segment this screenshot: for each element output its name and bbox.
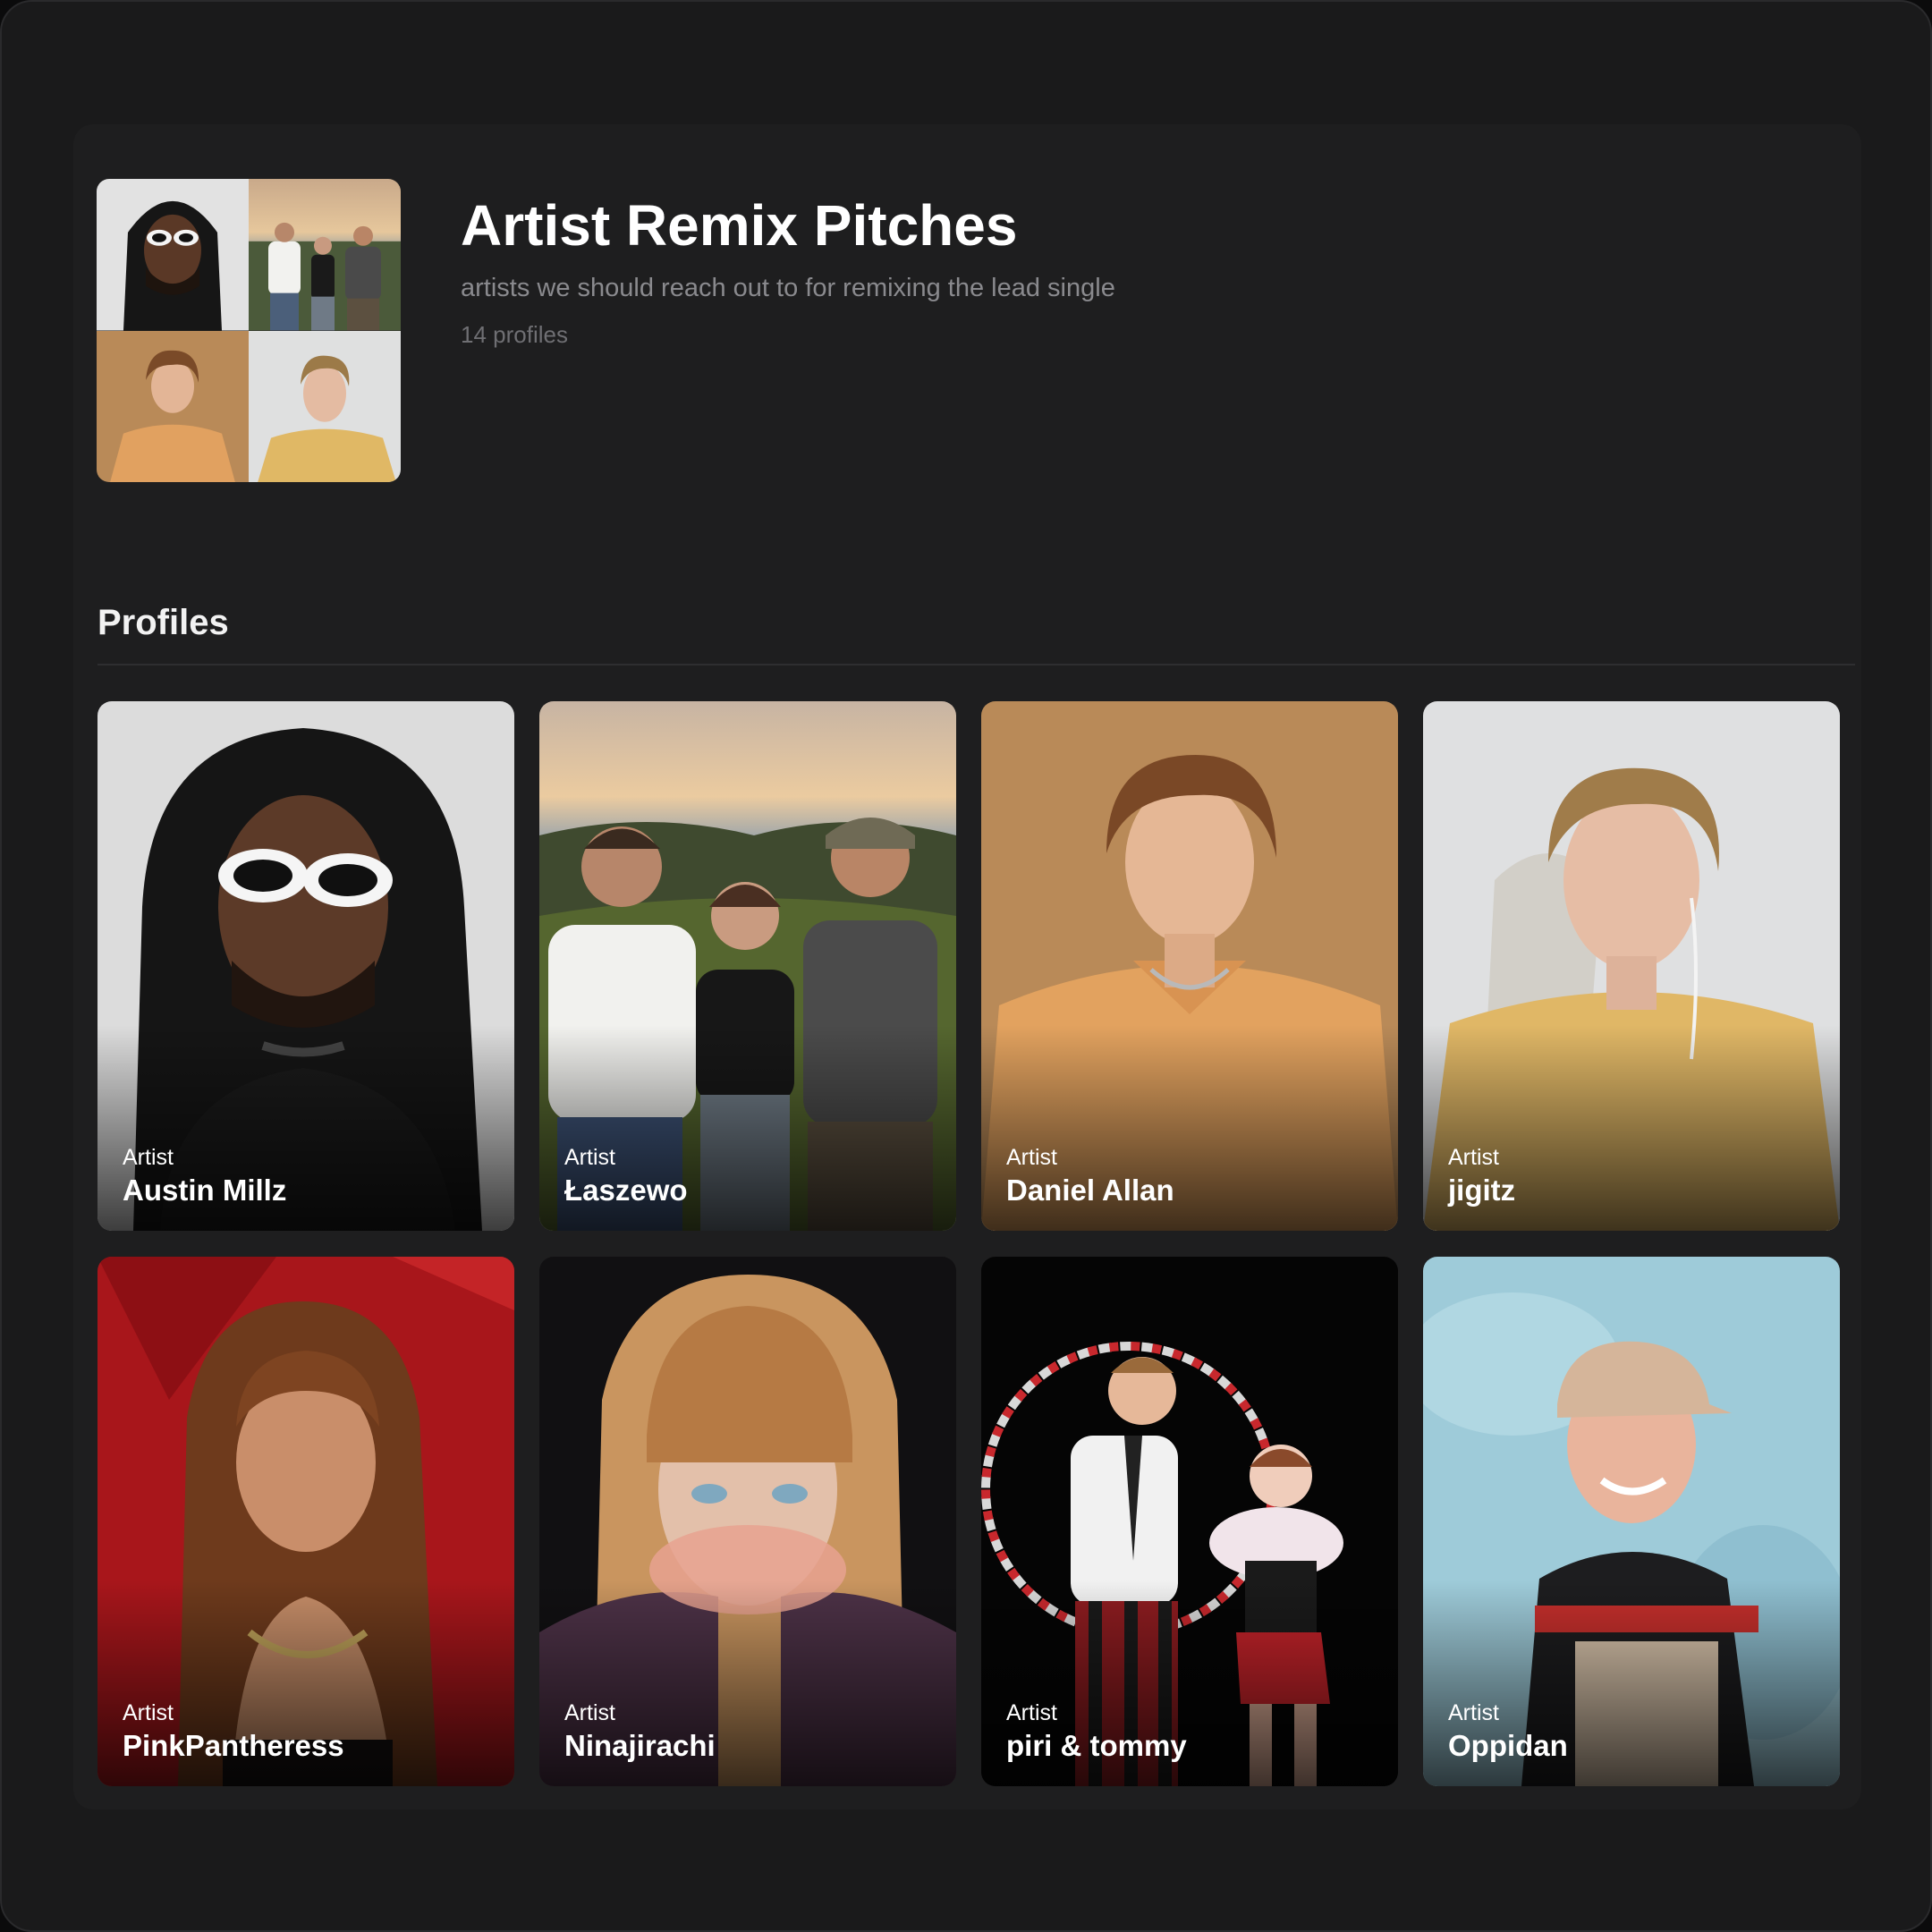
profile-type: Artist [1006,1145,1057,1170]
profile-card[interactable]: Artist Oppidan [1423,1257,1840,1786]
section-divider [97,664,1855,665]
profile-type: Artist [123,1700,174,1725]
playlist-description: artists we should reach out to for remix… [461,274,1115,302]
cover-tile-laszewo [249,179,401,331]
cover-tile-jigitz [249,330,401,482]
playlist-title: Artist Remix Pitches [461,193,1018,258]
profile-card[interactable]: Artist Łaszewo [539,701,956,1231]
profile-type: Artist [564,1145,615,1170]
section-title-profiles: Profiles [97,603,229,642]
playlist-cover [97,179,401,482]
profile-type: Artist [1448,1145,1499,1170]
profile-type: Artist [123,1145,174,1170]
profile-name: Daniel Allan [1006,1174,1174,1207]
cover-tile-austin-millz [97,179,249,331]
profile-count: 14 profiles [461,321,568,348]
playlist-header: Artist Remix Pitches artists we should r… [461,190,1713,349]
profile-name: Łaszewo [564,1174,688,1207]
profile-name: jigitz [1448,1174,1516,1207]
profile-name: Ninajirachi [564,1729,716,1762]
profile-name: Oppidan [1448,1729,1568,1762]
profile-card[interactable]: Artist Austin Millz [97,701,514,1231]
profile-type: Artist [564,1700,615,1725]
profile-name: piri & tommy [1006,1729,1187,1762]
profile-name: Austin Millz [123,1174,287,1207]
profile-card[interactable]: Artist jigitz [1423,701,1840,1231]
profile-card[interactable]: Artist PinkPantheress [97,1257,514,1786]
app-window: Artist Remix Pitches artists we should r… [0,0,1932,1932]
profile-grid: Artist Austin Millz Artist Łaszewo Artis… [97,701,1840,1786]
profile-name: PinkPantheress [123,1729,344,1762]
profile-card[interactable]: Artist Ninajirachi [539,1257,956,1786]
profile-card[interactable]: Artist Daniel Allan [981,701,1398,1231]
profile-type: Artist [1006,1700,1057,1725]
profile-type: Artist [1448,1700,1499,1725]
profile-card[interactable]: Artist piri & tommy [981,1257,1398,1786]
cover-tile-daniel-allan [97,330,249,482]
